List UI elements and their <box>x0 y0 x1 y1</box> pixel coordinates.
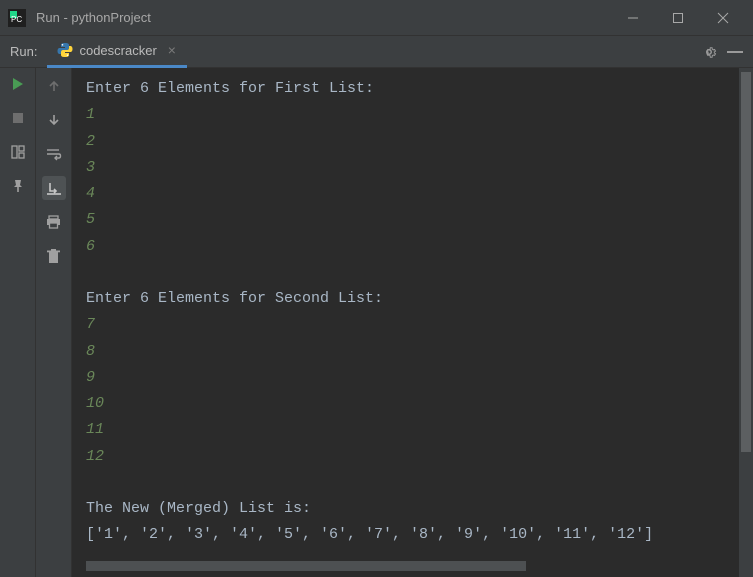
console-line: 9 <box>86 365 753 391</box>
console-line: The New (Merged) List is: <box>86 496 753 522</box>
console-line <box>86 260 753 286</box>
console-line: 7 <box>86 312 753 338</box>
console-line: 3 <box>86 155 753 181</box>
clear-all-button[interactable] <box>42 244 66 268</box>
window-maximize-button[interactable] <box>655 3 700 33</box>
run-actions-primary <box>0 68 36 577</box>
hide-panel-icon[interactable] <box>727 44 743 60</box>
console-line: ['1', '2', '3', '4', '5', '6', '7', '8',… <box>86 522 753 548</box>
rerun-button[interactable] <box>8 74 28 94</box>
console-line: 5 <box>86 207 753 233</box>
console-line <box>86 470 753 496</box>
up-stack-button[interactable] <box>42 74 66 98</box>
scroll-to-end-button[interactable] <box>42 176 66 200</box>
pin-button[interactable] <box>8 176 28 196</box>
console-line: 4 <box>86 181 753 207</box>
run-tab[interactable]: codescracker × <box>47 36 186 68</box>
gear-icon[interactable] <box>701 44 717 60</box>
console-line: 6 <box>86 234 753 260</box>
titlebar: PC Run - pythonProject <box>0 0 753 36</box>
console-line: Enter 6 Elements for First List: <box>86 76 753 102</box>
tool-window-label: Run: <box>0 44 47 59</box>
console-line: 2 <box>86 129 753 155</box>
pycharm-app-icon: PC <box>8 9 26 27</box>
down-stack-button[interactable] <box>42 108 66 132</box>
stop-button[interactable] <box>8 108 28 128</box>
window-minimize-button[interactable] <box>610 3 655 33</box>
console-line: 10 <box>86 391 753 417</box>
run-actions-secondary <box>36 68 72 577</box>
console-line: Enter 6 Elements for Second List: <box>86 286 753 312</box>
window-close-button[interactable] <box>700 3 745 33</box>
main-area: Enter 6 Elements for First List:123456En… <box>0 68 753 577</box>
console-line: 1 <box>86 102 753 128</box>
window-title: Run - pythonProject <box>36 10 610 25</box>
print-button[interactable] <box>42 210 66 234</box>
svg-text:PC: PC <box>11 15 22 24</box>
console-line: 8 <box>86 339 753 365</box>
tool-window-header: Run: codescracker × <box>0 36 753 68</box>
close-icon[interactable]: × <box>165 42 179 58</box>
window-controls <box>610 3 745 33</box>
vertical-scrollbar[interactable] <box>739 68 753 577</box>
soft-wrap-button[interactable] <box>42 142 66 166</box>
layout-button[interactable] <box>8 142 28 162</box>
console-line: 12 <box>86 444 753 470</box>
console-output[interactable]: Enter 6 Elements for First List:123456En… <box>72 68 753 577</box>
horizontal-scrollbar[interactable] <box>86 561 526 571</box>
console-line: 11 <box>86 417 753 443</box>
run-tab-label: codescracker <box>79 43 156 58</box>
python-file-icon <box>57 42 73 58</box>
